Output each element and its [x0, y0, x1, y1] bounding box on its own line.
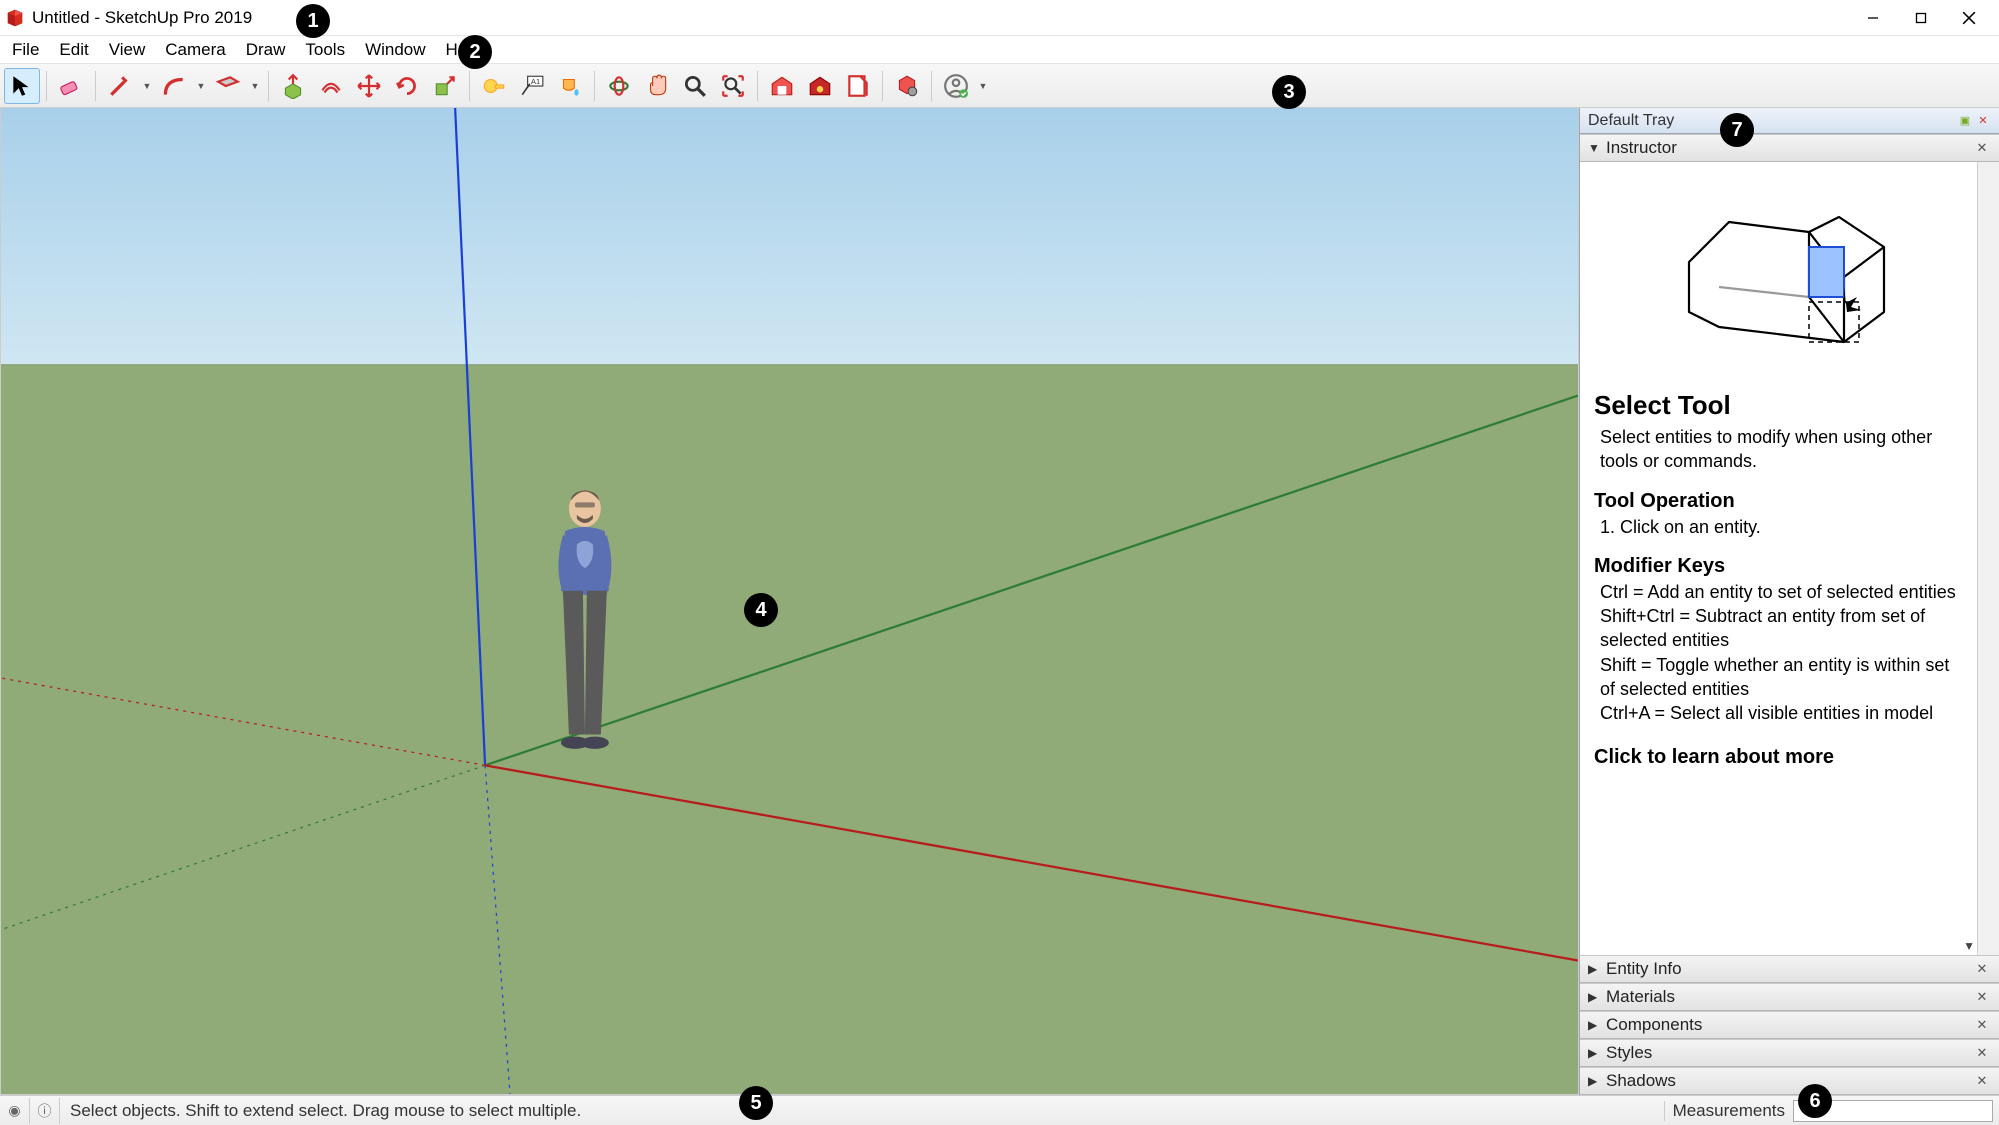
scale-tool[interactable] [427, 68, 463, 104]
tape-tool[interactable] [476, 68, 512, 104]
menu-camera[interactable]: Camera [155, 37, 235, 63]
pan-tool[interactable] [639, 68, 675, 104]
chevron-down-icon: ▼ [1588, 141, 1602, 155]
panel-entity-info[interactable]: ▶ Entity Info ✕ [1580, 955, 1999, 983]
menu-tools[interactable]: Tools [295, 37, 355, 63]
panel-entity-label: Entity Info [1606, 959, 1682, 979]
panel-components[interactable]: ▶ Components ✕ [1580, 1011, 1999, 1039]
op-head: Tool Operation [1594, 490, 1963, 513]
signin-dropdown[interactable]: ▼ [976, 68, 990, 104]
line-tool[interactable] [102, 68, 138, 104]
op-step-1: 1. Click on an entity. [1594, 515, 1963, 539]
instructor-illustration [1594, 192, 1963, 362]
default-tray: Default Tray ▣ ✕ ▼ Instructor ✕ [1579, 108, 1999, 1095]
instructor-desc: Select entities to modify when using oth… [1594, 425, 1963, 474]
orbit-tool[interactable] [601, 68, 637, 104]
arc-tool[interactable] [156, 68, 192, 104]
panel-shadows[interactable]: ▶ Shadows ✕ [1580, 1067, 1999, 1095]
offset-tool[interactable] [313, 68, 349, 104]
maximize-button[interactable] [1897, 2, 1945, 34]
warehouse-button[interactable] [764, 68, 800, 104]
close-button[interactable] [1945, 2, 1993, 34]
minimize-button[interactable] [1849, 2, 1897, 34]
menu-view[interactable]: View [99, 37, 156, 63]
window-title: Untitled - SketchUp Pro 2019 [32, 8, 252, 28]
panel-materials-label: Materials [1606, 987, 1675, 1007]
tray-close-icon[interactable]: ✕ [1975, 113, 1991, 129]
credits-icon[interactable]: ⓘ [30, 1098, 60, 1124]
rectangle-tool-dropdown[interactable]: ▼ [248, 68, 262, 104]
panel-components-label: Components [1606, 1015, 1702, 1035]
text-tool[interactable]: A1 [514, 68, 550, 104]
panel-instructor-close[interactable]: ✕ [1973, 139, 1991, 157]
chevron-right-icon: ▶ [1588, 1018, 1602, 1032]
select-tool[interactable] [4, 68, 40, 104]
menu-help[interactable]: Help [436, 37, 491, 63]
panel-components-close[interactable]: ✕ [1973, 1016, 1991, 1034]
panel-instructor-header[interactable]: ▼ Instructor ✕ [1580, 134, 1999, 162]
mod-3: Shift = Toggle whether an entity is with… [1594, 653, 1963, 702]
learn-more-link[interactable]: Click to learn about more [1594, 746, 1963, 769]
statusbar: ◉ ⓘ Select objects. Shift to extend sele… [0, 1095, 1999, 1125]
arc-tool-dropdown[interactable]: ▼ [194, 68, 208, 104]
titlebar: Untitled - SketchUp Pro 2019 [0, 0, 1999, 36]
app-icon [6, 9, 24, 27]
mod-4: Ctrl+A = Select all visible entities in … [1594, 701, 1963, 725]
menu-window[interactable]: Window [355, 37, 435, 63]
chevron-right-icon: ▶ [1588, 962, 1602, 976]
menu-file[interactable]: File [2, 37, 49, 63]
extension-manager-button[interactable] [889, 68, 925, 104]
zoom-extents-tool[interactable] [715, 68, 751, 104]
panel-shadows-label: Shadows [1606, 1071, 1676, 1091]
mod-head: Modifier Keys [1594, 555, 1963, 578]
instructor-title: Select Tool [1594, 390, 1963, 421]
signin-button[interactable] [938, 68, 974, 104]
menu-draw[interactable]: Draw [236, 37, 296, 63]
rotate-tool[interactable] [389, 68, 425, 104]
chevron-right-icon: ▶ [1588, 1074, 1602, 1088]
menubar: File Edit View Camera Draw Tools Window … [0, 36, 1999, 64]
instructor-body: Select Tool Select entities to modify wh… [1580, 162, 1977, 955]
chevron-right-icon: ▶ [1588, 1046, 1602, 1060]
viewport[interactable] [0, 108, 1579, 1095]
panel-styles-label: Styles [1606, 1043, 1652, 1063]
menu-edit[interactable]: Edit [49, 37, 98, 63]
ext-warehouse-button[interactable] [802, 68, 838, 104]
toolbar: ▼ ▼ ▼ A1 ▼ [0, 64, 1999, 108]
line-tool-dropdown[interactable]: ▼ [140, 68, 154, 104]
measurements-input[interactable] [1793, 1100, 1993, 1122]
svg-text:A1: A1 [531, 76, 540, 85]
measurements-label: Measurements [1664, 1101, 1793, 1121]
tray-title: Default Tray [1588, 112, 1674, 130]
panel-instructor-label: Instructor [1606, 138, 1677, 158]
status-hint: Select objects. Shift to extend select. … [60, 1101, 1664, 1121]
panel-materials-close[interactable]: ✕ [1973, 988, 1991, 1006]
panel-entity-close[interactable]: ✕ [1973, 960, 1991, 978]
tray-header[interactable]: Default Tray ▣ ✕ [1580, 108, 1999, 134]
tray-scrollbar[interactable] [1977, 162, 1999, 955]
mod-1: Ctrl = Add an entity to set of selected … [1594, 580, 1963, 604]
chevron-right-icon: ▶ [1588, 990, 1602, 1004]
panel-styles[interactable]: ▶ Styles ✕ [1580, 1039, 1999, 1067]
move-tool[interactable] [351, 68, 387, 104]
panel-materials[interactable]: ▶ Materials ✕ [1580, 983, 1999, 1011]
rectangle-tool[interactable] [210, 68, 246, 104]
panel-styles-close[interactable]: ✕ [1973, 1044, 1991, 1062]
layout-button[interactable] [840, 68, 876, 104]
mod-2: Shift+Ctrl = Subtract an entity from set… [1594, 604, 1963, 653]
chevron-down-icon[interactable]: ▼ [1963, 939, 1975, 953]
eraser-tool[interactable] [53, 68, 89, 104]
tray-pin-icon[interactable]: ▣ [1957, 113, 1973, 129]
geolocation-icon[interactable]: ◉ [0, 1098, 30, 1124]
pushpull-tool[interactable] [275, 68, 311, 104]
zoom-tool[interactable] [677, 68, 713, 104]
panel-shadows-close[interactable]: ✕ [1973, 1072, 1991, 1090]
paint-tool[interactable] [552, 68, 588, 104]
